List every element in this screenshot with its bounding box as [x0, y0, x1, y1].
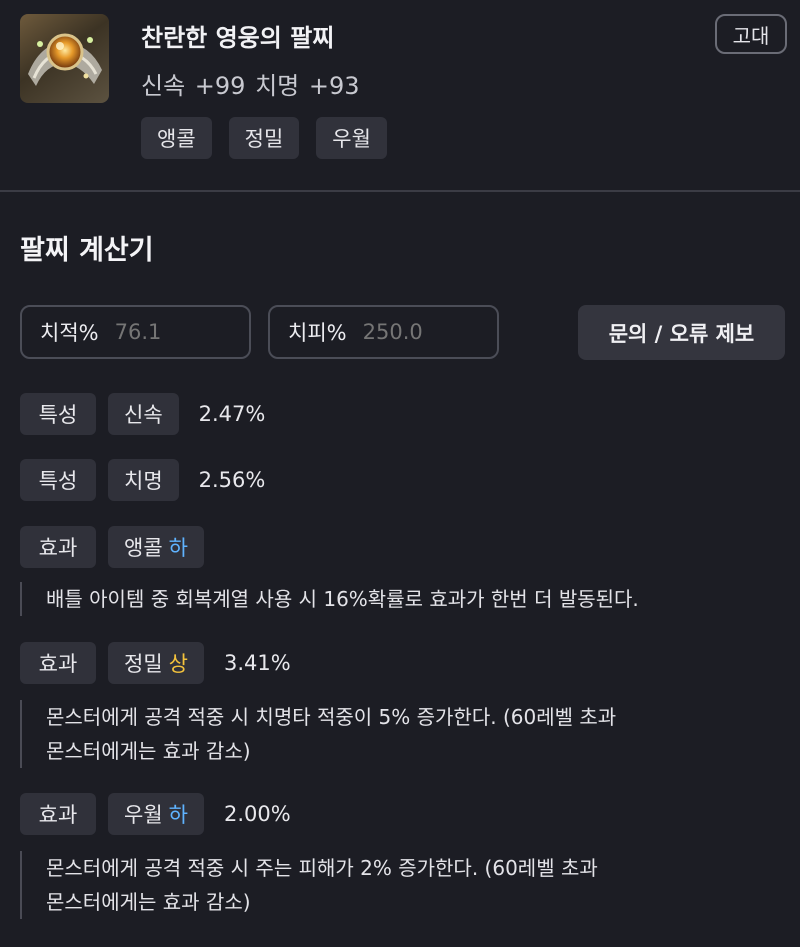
- trait-row: 특성 신속 2.47%: [20, 393, 265, 435]
- description-line: 몬스터에게 공격 적중 시 주는 피해가 2% 증가한다. (60레벨 초과: [46, 856, 598, 880]
- effect-grade: 상: [168, 652, 188, 676]
- effect-name-chip: 앵콜 하: [108, 526, 204, 568]
- effect-description: 몬스터에게 공격 적중 시 치명타 적중이 5% 증가한다. (60레벨 초과 …: [20, 700, 780, 768]
- grade-badge: 고대: [715, 14, 787, 54]
- description-line: 몬스터에게 공격 적중 시 치명타 적중이 5% 증가한다. (60레벨 초과: [46, 705, 617, 729]
- effect-tags: 앵콜 정밀 우월: [141, 117, 404, 159]
- effect-percent: 2.00%: [223, 802, 291, 826]
- effect-description: 몬스터에게 공격 적중 시 주는 피해가 2% 증가한다. (60레벨 초과 몬…: [20, 851, 780, 919]
- description-line: 몬스터에게는 효과 감소): [46, 739, 251, 763]
- effect-name: 우월: [124, 803, 163, 827]
- crit-rate-field[interactable]: 치적%: [20, 305, 251, 359]
- item-header: 찬란한 영웅의 팔찌 신속 +99 치명 +93 고대 앵콜 정밀 우월: [0, 0, 800, 192]
- trait-name-chip: 신속: [108, 393, 179, 435]
- effect-description: 배틀 아이템 중 회복계열 사용 시 16%확률로 효과가 한번 더 발동된다.: [20, 582, 780, 616]
- item-stats: 신속 +99 치명 +93: [141, 72, 360, 100]
- trait-name-chip: 치명: [108, 459, 179, 501]
- effect-name-chip: 정밀 상: [108, 642, 204, 684]
- effect-tag: 정밀: [228, 117, 300, 159]
- row-type-chip: 효과: [20, 642, 96, 684]
- calculator-title: 팔찌 계산기: [20, 235, 154, 266]
- crit-damage-input[interactable]: [362, 320, 473, 344]
- description-line: 몬스터에게는 효과 감소): [46, 890, 251, 914]
- crit-rate-input[interactable]: [114, 320, 225, 344]
- trait-percent: 2.47%: [198, 402, 266, 426]
- effect-row: 효과 앵콜 하: [20, 526, 204, 568]
- trait-percent: 2.56%: [198, 468, 266, 492]
- effect-name: 정밀: [124, 652, 163, 676]
- effect-row: 효과 우월 하 2.00%: [20, 793, 291, 835]
- effect-grade: 하: [168, 536, 188, 560]
- effect-name-chip: 우월 하: [108, 793, 204, 835]
- effect-percent: 3.41%: [223, 651, 291, 675]
- effect-row: 효과 정밀 상 3.41%: [20, 642, 291, 684]
- trait-row: 특성 치명 2.56%: [20, 459, 265, 501]
- description-line: 배틀 아이템 중 회복계열 사용 시 16%확률로 효과가 한번 더 발동된다.: [46, 587, 639, 611]
- item-name: 찬란한 영웅의 팔찌: [141, 24, 335, 52]
- row-type-chip: 특성: [20, 459, 96, 501]
- effect-tag: 앵콜: [141, 117, 212, 159]
- report-button[interactable]: 문의 / 오류 제보: [578, 305, 785, 360]
- effect-name: 앵콜: [124, 536, 163, 560]
- effect-tag: 우월: [316, 117, 387, 159]
- effect-grade: 하: [168, 803, 188, 827]
- crit-damage-field[interactable]: 치피%: [268, 305, 499, 359]
- crit-rate-label: 치적%: [40, 321, 99, 345]
- bracelet-icon: [20, 14, 109, 103]
- row-type-chip: 효과: [20, 793, 96, 835]
- row-type-chip: 효과: [20, 526, 96, 568]
- crit-damage-label: 치피%: [288, 321, 347, 345]
- row-type-chip: 특성: [20, 393, 96, 435]
